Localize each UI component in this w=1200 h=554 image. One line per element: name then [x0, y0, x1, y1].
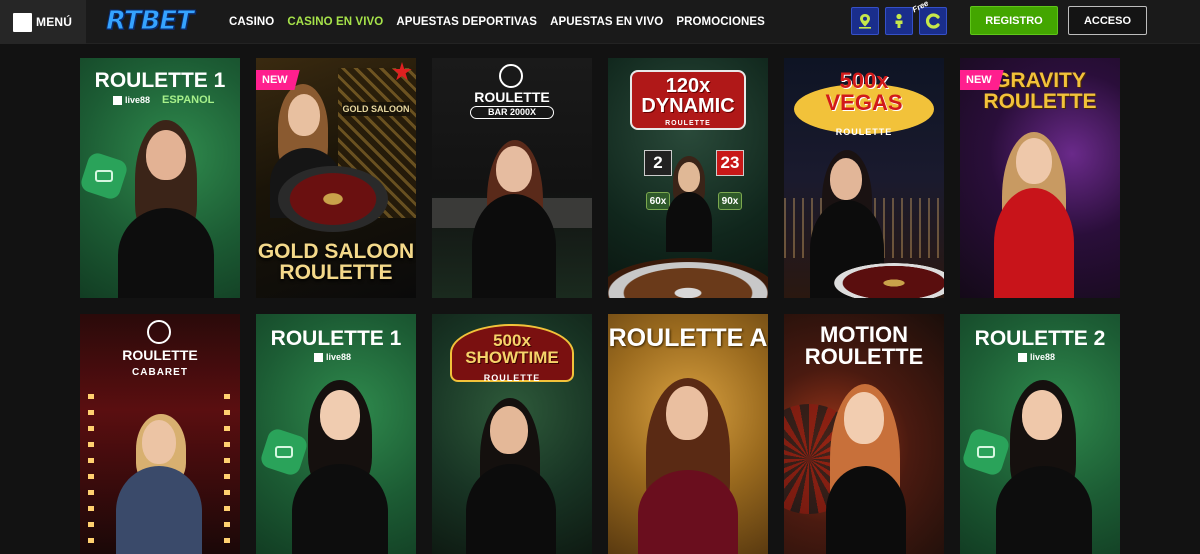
free-bonus-button[interactable]: Free	[911, 0, 947, 35]
dealer-face	[830, 158, 862, 200]
game-tile-motion-roulette[interactable]: MOTION ROULETTE	[784, 314, 944, 554]
top-header: MENÚ RTBET CASINO CASINO EN VIVO APUESTA…	[0, 0, 1200, 44]
game-title: GOLD SALOON ROULETTE	[257, 240, 415, 284]
roulette-wheel	[278, 166, 388, 232]
multiplier-pill: 90x	[718, 192, 742, 210]
game-title: 120x DYNAMIC	[641, 75, 735, 117]
game-tile-500x-vegas-roulette[interactable]: 500x VEGAS ROULETTE	[784, 58, 944, 298]
nav-apuestas-en-vivo[interactable]: APUESTAS EN VIVO	[550, 16, 663, 28]
location-pin-icon	[859, 14, 871, 29]
roulette-emblem-icon	[147, 320, 171, 344]
menu-label: MENÚ	[36, 15, 73, 29]
nav-apuestas-deportivas[interactable]: APUESTAS DEPORTIVAS	[396, 16, 537, 28]
game-title: ROULETTE A	[608, 324, 768, 352]
live88-icon	[1018, 352, 1027, 362]
game-title: 500x SHOWTIME	[465, 331, 559, 367]
free-bonus-icon	[926, 13, 940, 29]
dealer-body	[118, 208, 214, 298]
dealer-face	[288, 94, 320, 136]
account-button[interactable]	[885, 7, 913, 35]
game-tile-roulette-1-espanol[interactable]: ROULETTE 1 live88 ESPANOL	[80, 58, 240, 298]
roulette-wheel	[834, 263, 944, 298]
game-tile-roulette-bar-2000x[interactable]: ROULETTE BAR 2000X	[432, 58, 592, 298]
dealer-body	[292, 464, 388, 554]
dealer-face	[142, 420, 176, 464]
game-language: ESPANOL	[162, 94, 215, 106]
dealer-face	[844, 392, 884, 444]
dealer-face	[678, 162, 700, 192]
game-tile-gravity-roulette[interactable]: GRAVITY ROULETTE NEW	[960, 58, 1120, 298]
game-title: ROULETTE	[122, 347, 198, 363]
saloon-sign: GOLD SALOON	[342, 102, 410, 116]
game-tile-roulette-1[interactable]: ROULETTE 1 live88	[256, 314, 416, 554]
roulette-chip-icon	[258, 426, 310, 478]
dealer-face	[490, 406, 528, 454]
game-tile-roulette-a[interactable]: ROULETTE A	[608, 314, 768, 554]
dealer-face	[320, 390, 360, 440]
dealer-body	[826, 466, 906, 554]
stage-lights-right	[224, 394, 230, 544]
new-badge: NEW	[960, 70, 1004, 90]
dealer-body	[466, 464, 556, 554]
roulette-emblem-icon	[499, 64, 523, 88]
dealer-face	[146, 130, 186, 180]
game-subtitle: CABARET	[132, 367, 188, 378]
bar-2000x-label: BAR 2000X	[470, 106, 554, 119]
multiplier-pill: 60x	[646, 192, 670, 210]
game-tile-roulette-cabaret[interactable]: ROULETTE CABARET	[80, 314, 240, 554]
rtbet-logo[interactable]: RTBET	[106, 4, 208, 38]
roulette-wheel	[608, 258, 768, 298]
provider-tag: live88	[1018, 352, 1055, 362]
stage-lights-left	[88, 394, 94, 544]
login-button[interactable]: ACCESO	[1068, 6, 1147, 35]
dealer-body	[472, 194, 556, 298]
nav-casino[interactable]: CASINO	[229, 16, 274, 28]
new-badge: NEW	[256, 70, 300, 90]
location-button[interactable]	[851, 7, 879, 35]
dealer-face	[1022, 390, 1062, 440]
dealer-face	[496, 146, 532, 192]
dealer-body	[666, 192, 712, 252]
dealer-body	[116, 466, 202, 554]
dealer-body	[994, 188, 1074, 298]
roulette-chip-icon	[960, 426, 1012, 478]
game-title: ROULETTE	[474, 89, 550, 105]
nav-casino-en-vivo[interactable]: CASINO EN VIVO	[287, 16, 383, 28]
main-nav: CASINO CASINO EN VIVO APUESTAS DEPORTIVA…	[229, 0, 778, 44]
game-subtitle: ROULETTE	[665, 120, 711, 127]
game-title: 500x VEGAS	[825, 68, 903, 115]
dealer-face	[666, 386, 708, 440]
game-tile-120x-dynamic-roulette[interactable]: 120x DYNAMIC ROULETTE 2 23 60x 90x	[608, 58, 768, 298]
person-icon	[895, 13, 903, 28]
game-tile-roulette-2[interactable]: ROULETTE 2 live88	[960, 314, 1120, 554]
game-tile-gold-saloon-roulette[interactable]: GOLD SALOON GOLD SALOON ROULETTE NEW	[256, 58, 416, 298]
dealer-body	[996, 466, 1092, 554]
game-title: MOTION ROULETTE	[804, 322, 924, 369]
menu-icon	[13, 12, 32, 32]
game-subtitle: ROULETTE	[483, 373, 541, 383]
dealer-body	[638, 470, 738, 554]
live88-icon	[314, 352, 323, 362]
menu-button[interactable]: MENÚ	[0, 0, 86, 44]
logo-text: RTBET	[106, 6, 195, 37]
dealer-face	[1016, 138, 1052, 184]
nav-promociones[interactable]: PROMOCIONES	[676, 16, 765, 28]
provider-tag: live88	[113, 95, 150, 105]
roulette-chip-icon	[80, 150, 130, 202]
live88-icon	[113, 95, 122, 105]
game-title: ROULETTE 2	[974, 327, 1106, 350]
game-subtitle: ROULETTE	[835, 127, 893, 137]
register-button[interactable]: REGISTRO	[970, 6, 1058, 35]
provider-tag: live88	[314, 352, 351, 362]
result-number-black: 2	[644, 150, 672, 176]
game-tile-500x-showtime-roulette[interactable]: 500x SHOWTIME ROULETTE	[432, 314, 592, 554]
result-number-red: 23	[716, 150, 744, 176]
game-title: ROULETTE 1	[270, 327, 402, 350]
game-title: ROULETTE 1	[94, 69, 226, 92]
